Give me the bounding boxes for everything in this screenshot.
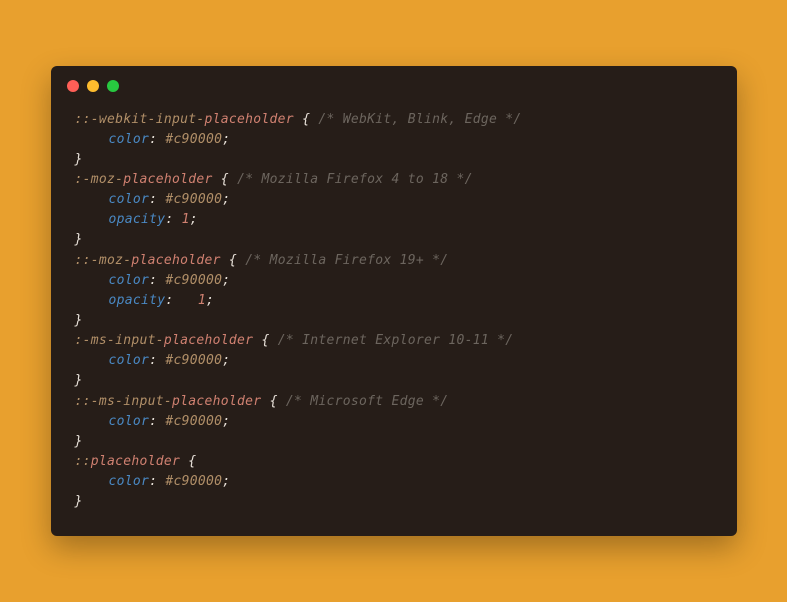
semicolon: ; [222,132,230,147]
property: color [109,474,150,489]
code-line: opacity: 1; [75,210,713,230]
value: #c90000 [165,474,222,489]
open-brace: { [221,253,237,268]
selector-name: placeholder [164,333,253,348]
code-line: ::-ms-input-placeholder { /* Microsoft E… [75,392,713,412]
code-line: color: #c90000; [75,412,713,432]
selector-name: placeholder [131,253,220,268]
semicolon: ; [190,212,198,227]
close-icon[interactable] [67,80,79,92]
colon: : [149,132,165,147]
selector-prefix: :-ms-input- [75,333,164,348]
property: color [109,132,150,147]
close-brace: } [75,152,83,167]
selector-prefix: :-moz- [75,172,124,187]
comment: /* Mozilla Firefox 19+ */ [237,253,448,268]
property: opacity [109,293,166,308]
code-window: ::-webkit-input-placeholder { /* WebKit,… [51,66,737,537]
selector-name: placeholder [172,394,261,409]
open-brace: { [294,112,310,127]
code-line: opacity: 1; [75,291,713,311]
selector-name: placeholder [205,112,294,127]
value: #c90000 [165,192,222,207]
semicolon: ; [222,474,230,489]
code-line: } [75,230,713,250]
colon: : [165,212,181,227]
selector-name: placeholder [91,454,180,469]
selector-prefix: ::-moz- [75,253,132,268]
code-line: color: #c90000; [75,130,713,150]
value: #c90000 [165,132,222,147]
selector-prefix: ::-ms-input- [75,394,173,409]
semicolon: ; [222,192,230,207]
comment: /* WebKit, Blink, Edge */ [310,112,521,127]
comment: /* Mozilla Firefox 4 to 18 */ [229,172,473,187]
property: color [109,414,150,429]
value: #c90000 [165,273,222,288]
colon: : [165,293,198,308]
minimize-icon[interactable] [87,80,99,92]
window-titlebar [51,66,737,98]
open-brace: { [180,454,196,469]
comment: /* Microsoft Edge */ [278,394,449,409]
code-line: color: #c90000; [75,472,713,492]
code-line: } [75,311,713,331]
close-brace: } [75,232,83,247]
code-line: color: #c90000; [75,190,713,210]
open-brace: { [213,172,229,187]
semicolon: ; [206,293,214,308]
property: color [109,273,150,288]
selector-prefix: :: [75,454,91,469]
selector-prefix: ::-webkit-input- [75,112,205,127]
value: #c90000 [165,353,222,368]
close-brace: } [75,434,83,449]
selector-name: placeholder [123,172,212,187]
value: 1 [182,212,190,227]
close-brace: } [75,494,83,509]
colon: : [149,474,165,489]
property: opacity [109,212,166,227]
maximize-icon[interactable] [107,80,119,92]
colon: : [149,353,165,368]
code-line: } [75,432,713,452]
value: 1 [198,293,206,308]
close-brace: } [75,313,83,328]
semicolon: ; [222,414,230,429]
code-line: } [75,150,713,170]
property: color [109,192,150,207]
close-brace: } [75,373,83,388]
colon: : [149,273,165,288]
code-line: ::placeholder { [75,452,713,472]
code-block: ::-webkit-input-placeholder { /* WebKit,… [51,98,737,537]
colon: : [149,192,165,207]
code-line: color: #c90000; [75,351,713,371]
semicolon: ; [222,353,230,368]
colon: : [149,414,165,429]
code-line: :-ms-input-placeholder { /* Internet Exp… [75,331,713,351]
code-line: ::-webkit-input-placeholder { /* WebKit,… [75,110,713,130]
comment: /* Internet Explorer 10-11 */ [270,333,514,348]
open-brace: { [261,394,277,409]
property: color [109,353,150,368]
code-line: } [75,371,713,391]
open-brace: { [253,333,269,348]
code-line: ::-moz-placeholder { /* Mozilla Firefox … [75,251,713,271]
code-line: } [75,492,713,512]
semicolon: ; [222,273,230,288]
code-line: color: #c90000; [75,271,713,291]
code-line: :-moz-placeholder { /* Mozilla Firefox 4… [75,170,713,190]
value: #c90000 [165,414,222,429]
